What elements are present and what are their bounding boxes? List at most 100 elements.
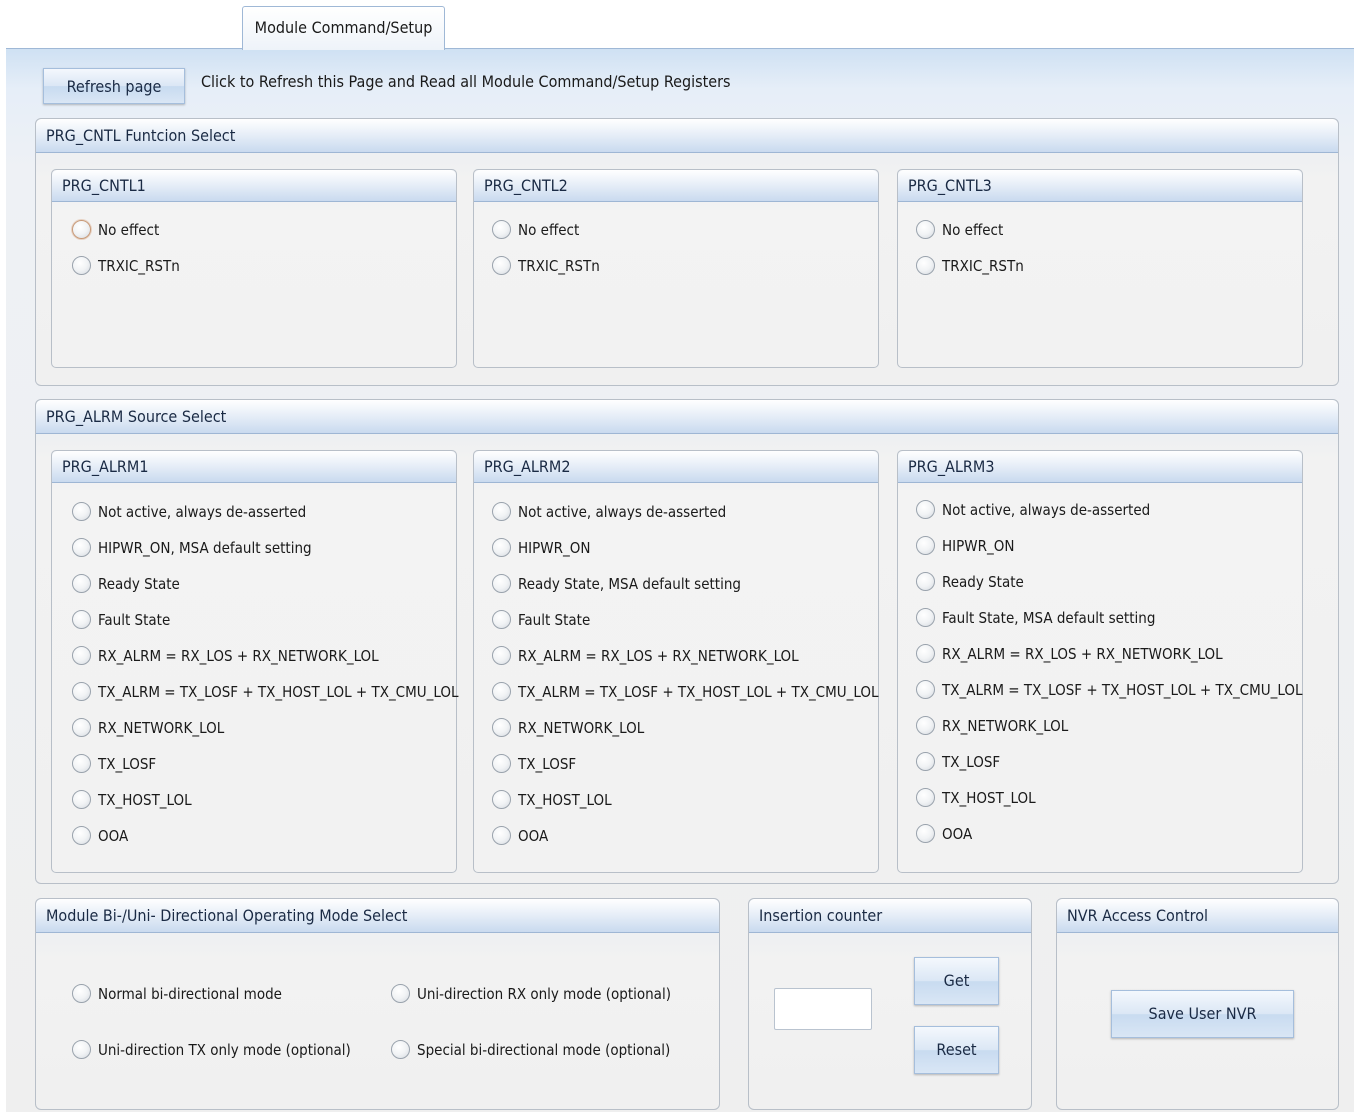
- radio-button[interactable]: [72, 826, 91, 845]
- prg-alrm2-option[interactable]: Fault State: [492, 610, 590, 629]
- radio-button[interactable]: [916, 644, 935, 663]
- prg-alrm2-option[interactable]: RX_NETWORK_LOL: [492, 718, 644, 737]
- radio-button[interactable]: [72, 256, 91, 275]
- option-label: TX_LOSF: [942, 752, 1001, 771]
- prg-alrm3-option[interactable]: RX_NETWORK_LOL: [916, 716, 1068, 735]
- prg-alrm3-option[interactable]: OOA: [916, 824, 972, 843]
- prg-alrm2-option[interactable]: OOA: [492, 826, 548, 845]
- prg-alrm1-option[interactable]: RX_ALRM = RX_LOS + RX_NETWORK_LOL: [72, 646, 379, 665]
- prg-alrm1-option[interactable]: OOA: [72, 826, 128, 845]
- radio-button[interactable]: [492, 826, 511, 845]
- prg-alrm2-option[interactable]: Ready State, MSA default setting: [492, 574, 741, 593]
- prg-alrm1-option[interactable]: Not active, always de-asserted: [72, 502, 306, 521]
- radio-button[interactable]: [492, 610, 511, 629]
- radio-button[interactable]: [492, 646, 511, 665]
- mode-option-normal-bidirectional[interactable]: Normal bi-directional mode: [72, 984, 282, 1003]
- radio-button[interactable]: [492, 754, 511, 773]
- radio-button[interactable]: [916, 788, 935, 807]
- option-label: Fault State: [518, 610, 591, 629]
- radio-button[interactable]: [916, 752, 935, 771]
- radio-button[interactable]: [492, 790, 511, 809]
- radio-button[interactable]: [72, 984, 91, 1003]
- radio-button[interactable]: [916, 680, 935, 699]
- prg-alrm2-option[interactable]: TX_LOSF: [492, 754, 576, 773]
- radio-button[interactable]: [72, 574, 91, 593]
- option-label: TRXIC_RSTn: [518, 256, 600, 275]
- prg-alrm3-option[interactable]: RX_ALRM = RX_LOS + RX_NETWORK_LOL: [916, 644, 1223, 663]
- radio-button[interactable]: [72, 220, 91, 239]
- prg-alrm1-option[interactable]: Fault State: [72, 610, 170, 629]
- prg-cntl2-group: PRG_CNTL2 No effect TRXIC_RSTn: [473, 169, 879, 368]
- prg-alrm3-option[interactable]: TX_LOSF: [916, 752, 1000, 771]
- reset-button[interactable]: Reset: [914, 1026, 999, 1074]
- radio-button[interactable]: [391, 1040, 410, 1059]
- radio-button[interactable]: [492, 220, 511, 239]
- prg-alrm3-option[interactable]: TX_ALRM = TX_LOSF + TX_HOST_LOL + TX_CMU…: [916, 680, 1303, 699]
- mode-option-uni-rx-only[interactable]: Uni-direction RX only mode (optional): [391, 984, 671, 1003]
- radio-button[interactable]: [391, 984, 410, 1003]
- prg-alrm1-option[interactable]: TX_HOST_LOL: [72, 790, 192, 809]
- radio-button[interactable]: [72, 718, 91, 737]
- prg-alrm3-option[interactable]: TX_HOST_LOL: [916, 788, 1036, 807]
- prg-cntl2-option-no-effect[interactable]: No effect: [492, 220, 579, 239]
- radio-button[interactable]: [492, 502, 511, 521]
- mode-option-uni-tx-only[interactable]: Uni-direction TX only mode (optional): [72, 1040, 351, 1059]
- option-label: OOA: [518, 826, 549, 845]
- radio-button[interactable]: [916, 256, 935, 275]
- radio-button[interactable]: [916, 500, 935, 519]
- radio-button[interactable]: [492, 682, 511, 701]
- radio-button[interactable]: [72, 646, 91, 665]
- prg-alrm-section-title: PRG_ALRM Source Select: [36, 400, 1338, 434]
- tab-module-command-setup[interactable]: Module Command/Setup: [242, 6, 445, 50]
- prg-cntl3-option-no-effect[interactable]: No effect: [916, 220, 1003, 239]
- prg-alrm1-group: PRG_ALRM1 Not active, always de-asserted…: [51, 450, 459, 873]
- prg-alrm1-option[interactable]: TX_LOSF: [72, 754, 156, 773]
- prg-alrm2-group: PRG_ALRM2 Not active, always de-asserted…: [473, 450, 879, 873]
- insertion-counter-value[interactable]: [774, 988, 872, 1030]
- radio-button[interactable]: [72, 790, 91, 809]
- prg-cntl3-option-trxic-rstn[interactable]: TRXIC_RSTn: [916, 256, 1024, 275]
- prg-alrm2-option[interactable]: TX_ALRM = TX_LOSF + TX_HOST_LOL + TX_CMU…: [492, 682, 879, 701]
- prg-alrm3-option[interactable]: HIPWR_ON: [916, 536, 1014, 555]
- option-label: Not active, always de-asserted: [942, 500, 1151, 519]
- prg-alrm2-option[interactable]: HIPWR_ON: [492, 538, 590, 557]
- prg-alrm2-option[interactable]: TX_HOST_LOL: [492, 790, 612, 809]
- radio-button[interactable]: [492, 718, 511, 737]
- prg-alrm3-option[interactable]: Not active, always de-asserted: [916, 500, 1150, 519]
- prg-alrm1-option[interactable]: RX_NETWORK_LOL: [72, 718, 224, 737]
- prg-cntl2-option-trxic-rstn[interactable]: TRXIC_RSTn: [492, 256, 600, 275]
- prg-alrm3-option[interactable]: Fault State, MSA default setting: [916, 608, 1155, 627]
- radio-button[interactable]: [72, 610, 91, 629]
- radio-button[interactable]: [492, 538, 511, 557]
- option-label: OOA: [942, 824, 973, 843]
- prg-alrm2-option[interactable]: RX_ALRM = RX_LOS + RX_NETWORK_LOL: [492, 646, 799, 665]
- radio-button[interactable]: [916, 572, 935, 591]
- radio-button[interactable]: [916, 716, 935, 735]
- radio-button[interactable]: [916, 220, 935, 239]
- save-user-nvr-button[interactable]: Save User NVR: [1111, 990, 1294, 1038]
- get-button[interactable]: Get: [914, 957, 999, 1005]
- radio-button[interactable]: [492, 256, 511, 275]
- radio-button[interactable]: [916, 536, 935, 555]
- option-label: TX_LOSF: [518, 754, 577, 773]
- prg-cntl1-option-trxic-rstn[interactable]: TRXIC_RSTn: [72, 256, 180, 275]
- radio-button[interactable]: [72, 1040, 91, 1059]
- prg-alrm1-option[interactable]: Ready State: [72, 574, 180, 593]
- prg-alrm2-option[interactable]: Not active, always de-asserted: [492, 502, 726, 521]
- option-label: Ready State, MSA default setting: [518, 574, 741, 593]
- option-label: RX_ALRM = RX_LOS + RX_NETWORK_LOL: [942, 644, 1223, 663]
- radio-button[interactable]: [72, 682, 91, 701]
- radio-button[interactable]: [916, 608, 935, 627]
- radio-button[interactable]: [72, 502, 91, 521]
- prg-alrm3-option[interactable]: Ready State: [916, 572, 1024, 591]
- radio-button[interactable]: [72, 538, 91, 557]
- radio-button[interactable]: [916, 824, 935, 843]
- mode-option-special-bidirectional[interactable]: Special bi-directional mode (optional): [391, 1040, 670, 1059]
- radio-button[interactable]: [492, 574, 511, 593]
- prg-cntl1-option-no-effect[interactable]: No effect: [72, 220, 159, 239]
- prg-cntl1-title: PRG_CNTL1: [52, 170, 456, 202]
- radio-button[interactable]: [72, 754, 91, 773]
- refresh-page-button[interactable]: Refresh page: [43, 68, 185, 104]
- prg-alrm1-option[interactable]: HIPWR_ON, MSA default setting: [72, 538, 312, 557]
- prg-alrm1-option[interactable]: TX_ALRM = TX_LOSF + TX_HOST_LOL + TX_CMU…: [72, 682, 459, 701]
